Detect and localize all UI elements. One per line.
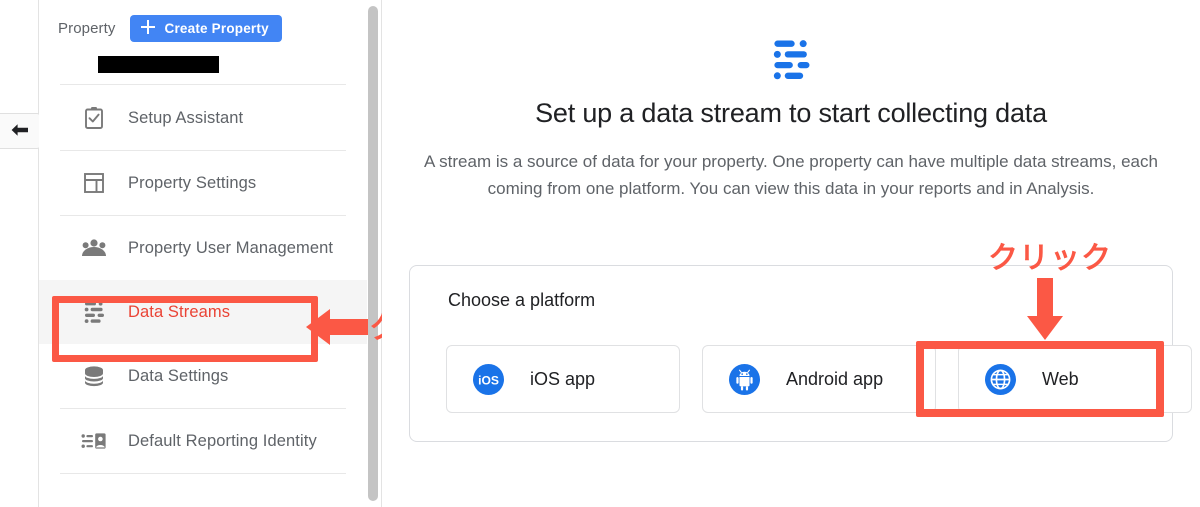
screen-root: Property Create Property Setup Assistant… — [0, 0, 1200, 507]
sidebar-scrollbar-track[interactable] — [367, 0, 379, 507]
left-arrow-icon — [306, 305, 368, 354]
sidebar-item-label: Property Settings — [128, 173, 257, 192]
people-group-icon — [81, 235, 107, 261]
sidebar-nav-list: Setup Assistant Property Settings Proper… — [39, 86, 367, 474]
sidebar-divider — [60, 473, 346, 474]
platform-option-label: Android app — [786, 368, 884, 389]
platform-option-web[interactable]: Web — [958, 345, 1192, 413]
collapse-nav-button[interactable] — [0, 113, 41, 149]
clipboard-check-icon — [81, 105, 107, 131]
sidebar-item-default-reporting-identity[interactable]: Default Reporting Identity — [39, 409, 367, 473]
back-arrow-icon — [10, 123, 30, 139]
platform-options-row: iOS iOS app Android app Web — [446, 345, 1192, 413]
layout-panel-icon — [81, 170, 107, 196]
property-sidebar: Property Create Property Setup Assistant… — [39, 0, 367, 507]
sidebar-item-label: Property User Management — [128, 238, 334, 257]
reporting-identity-icon — [81, 428, 107, 454]
annotation-click-label-web: クリック — [988, 241, 1112, 276]
platform-option-android-app[interactable]: Android app — [702, 345, 936, 413]
data-streams-icon — [81, 299, 107, 325]
redacted-property-name — [98, 56, 219, 73]
sidebar-item-label: Data Settings — [128, 366, 229, 385]
ios-logo-icon: iOS — [473, 363, 504, 395]
platform-option-label: Web — [1042, 368, 1079, 389]
platform-option-ios-app[interactable]: iOS iOS app — [446, 345, 680, 413]
down-arrow-icon — [1022, 278, 1068, 345]
database-stack-icon — [81, 363, 107, 389]
globe-icon — [985, 363, 1016, 395]
data-streams-icon — [767, 36, 815, 87]
page-title: Set up a data stream to start collecting… — [535, 98, 1047, 128]
create-property-label: Create Property — [164, 20, 269, 36]
android-logo-icon — [729, 363, 760, 395]
platform-option-label: iOS app — [530, 368, 596, 389]
create-property-button[interactable]: Create Property — [129, 14, 282, 42]
sidebar-item-label: Data Streams — [128, 302, 231, 321]
sidebar-item-label: Setup Assistant — [128, 108, 244, 127]
plus-icon — [140, 19, 156, 38]
sidebar-item-setup-assistant[interactable]: Setup Assistant — [39, 86, 367, 150]
sidebar-scrollbar-thumb[interactable] — [368, 6, 378, 501]
sidebar-item-label: Default Reporting Identity — [128, 431, 317, 450]
sidebar-top-divider — [39, 84, 367, 85]
svg-text:iOS: iOS — [478, 373, 499, 387]
sidebar-header: Property Create Property — [39, 0, 367, 44]
sidebar-item-property-user-management[interactable]: Property User Management — [39, 216, 367, 280]
sidebar-item-property-settings[interactable]: Property Settings — [39, 151, 367, 215]
property-section-label: Property — [58, 19, 116, 37]
choose-platform-title: Choose a platform — [448, 290, 596, 310]
page-description: A stream is a source of data for your pr… — [424, 152, 1158, 198]
